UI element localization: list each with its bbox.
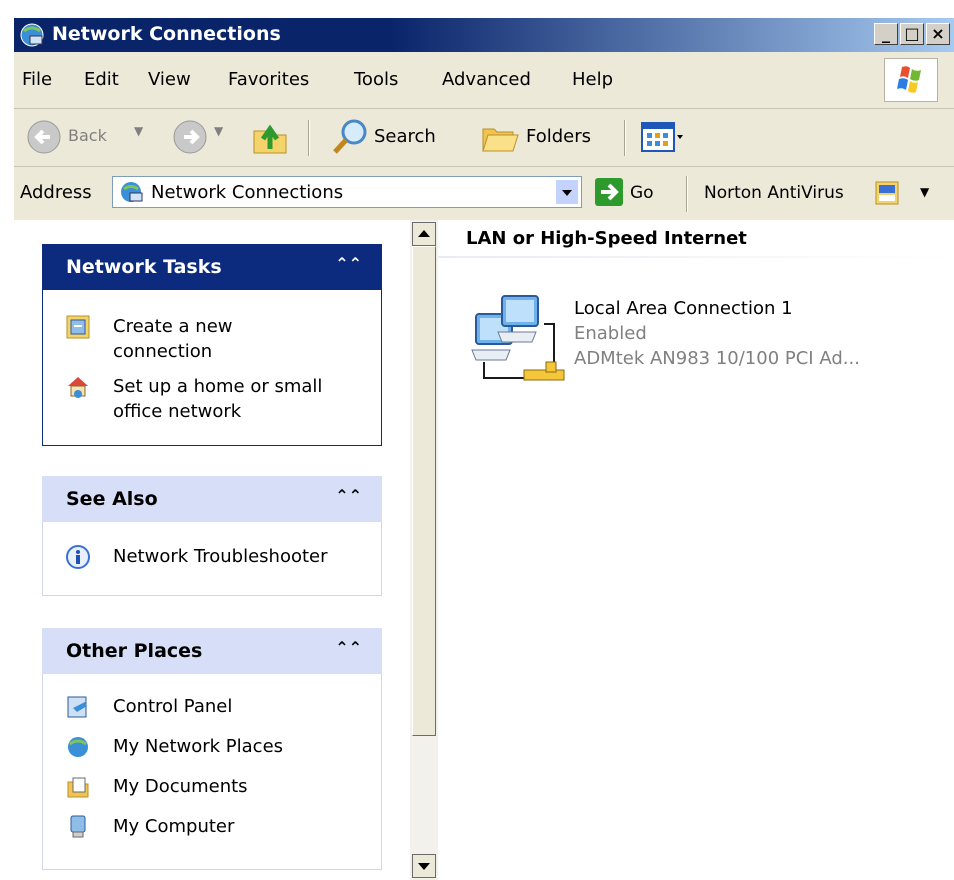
menu-file[interactable]: File	[22, 69, 52, 90]
panel-title: Other Places	[66, 640, 203, 662]
views-icon[interactable]	[640, 121, 684, 153]
windows-logo-icon	[884, 58, 938, 102]
task-pane-scrollbar[interactable]	[410, 220, 438, 880]
control-panel-icon	[67, 696, 87, 718]
network-tasks-header[interactable]: Network Tasks ⌃⌃	[42, 244, 382, 290]
connection-item[interactable]: Local Area Connection 1 Enabled ADMtek A…	[466, 290, 946, 390]
scroll-up-button[interactable]	[412, 222, 436, 246]
new-connection-icon	[66, 315, 90, 339]
my-computer-icon	[70, 815, 86, 838]
arrow-down-icon	[418, 863, 430, 870]
other-places-panel: Other Places ⌃⌃ Control Panel My Network…	[42, 628, 382, 870]
address-label: Address	[20, 182, 92, 203]
toolbar-separator	[624, 120, 626, 156]
back-dropdown-chevron-icon[interactable]: ▼	[134, 124, 143, 138]
toolbar-separator	[686, 176, 688, 212]
other-places-header[interactable]: Other Places ⌃⌃	[42, 628, 382, 674]
menu-view[interactable]: View	[148, 69, 191, 90]
address-value: Network Connections	[151, 182, 344, 203]
maximize-button[interactable]: □	[900, 23, 924, 45]
my-documents-icon	[67, 777, 89, 798]
back-button-label[interactable]: Back	[68, 126, 107, 145]
group-header: LAN or High-Speed Internet	[466, 228, 747, 249]
task-label: Create a new connection	[113, 316, 233, 362]
address-field[interactable]: Network Connections	[112, 176, 582, 208]
task-label: My Network Places	[113, 736, 284, 757]
connections-list: LAN or High-Speed Internet Local Area Co…	[438, 220, 954, 880]
network-connections-icon	[121, 182, 143, 202]
search-icon[interactable]	[330, 117, 370, 157]
close-button[interactable]: ×	[926, 23, 950, 45]
home-network-icon	[68, 377, 88, 398]
panel-title: See Also	[66, 488, 158, 510]
connection-name: Local Area Connection 1	[574, 298, 793, 319]
address-bar: Address Network Connections Go Norton An…	[14, 166, 954, 222]
network-tasks-panel: Network Tasks ⌃⌃ Create a new connection	[42, 244, 382, 446]
window-title: Network Connections	[52, 23, 281, 45]
my-network-places-icon	[68, 737, 88, 757]
task-pane: Network Tasks ⌃⌃ Create a new connection	[14, 220, 410, 880]
chevron-down-icon	[562, 190, 572, 196]
menu-edit[interactable]: Edit	[84, 69, 119, 90]
norton-antivirus-label[interactable]: Norton AntiVirus	[704, 183, 844, 203]
see-also-header[interactable]: See Also ⌃⌃	[42, 476, 382, 522]
menu-help[interactable]: Help	[572, 69, 613, 90]
address-dropdown-button[interactable]	[555, 179, 579, 205]
group-divider	[438, 256, 954, 258]
search-button-label[interactable]: Search	[374, 126, 436, 147]
task-label: My Documents	[113, 776, 248, 797]
menu-favorites[interactable]: Favorites	[228, 69, 309, 90]
forward-dropdown-chevron-icon[interactable]: ▼	[214, 124, 223, 138]
task-label: Set up a home or small office network	[113, 376, 323, 422]
collapse-chevron-icon[interactable]: ⌃⌃	[335, 254, 362, 273]
scroll-thumb[interactable]	[412, 246, 436, 736]
go-arrow-icon[interactable]	[594, 177, 624, 207]
collapse-chevron-icon[interactable]: ⌃⌃	[335, 486, 362, 505]
standard-toolbar: Back ▼ ▼ Search Folders	[14, 108, 954, 168]
connection-status: Enabled	[574, 323, 647, 344]
folders-icon[interactable]	[480, 117, 520, 157]
arrow-up-icon	[418, 230, 430, 237]
see-also-panel: See Also ⌃⌃ Network Troubleshooter	[42, 476, 382, 596]
norton-antivirus-icon[interactable]	[874, 180, 900, 206]
network-connections-icon	[20, 23, 44, 47]
collapse-chevron-icon[interactable]: ⌃⌃	[335, 638, 362, 657]
up-folder-icon[interactable]	[250, 117, 290, 157]
network-connections-window: Network Connections _ □ × File Edit View…	[0, 0, 954, 880]
task-label: Control Panel	[113, 696, 233, 717]
folders-button-label[interactable]: Folders	[526, 126, 591, 147]
menu-advanced[interactable]: Advanced	[442, 69, 531, 90]
lan-connection-icon	[471, 295, 565, 381]
panel-title: Network Tasks	[66, 256, 222, 278]
other-places-body: Control Panel My Network Places My Docum…	[42, 674, 382, 870]
task-label: Network Troubleshooter	[113, 546, 328, 567]
connection-device: ADMtek AN983 10/100 PCI Ad...	[574, 348, 860, 369]
minimize-button[interactable]: _	[874, 23, 898, 45]
toolbar-separator	[308, 120, 310, 156]
see-also-body: Network Troubleshooter	[42, 522, 382, 596]
left-margin	[0, 0, 14, 880]
info-icon	[66, 545, 90, 569]
menu-bar: File Edit View Favorites Tools Advanced …	[14, 52, 954, 109]
task-label: My Computer	[113, 816, 235, 837]
forward-arrow-icon[interactable]	[172, 119, 208, 155]
back-arrow-icon[interactable]	[26, 119, 62, 155]
scroll-down-button[interactable]	[412, 854, 436, 878]
menu-tools[interactable]: Tools	[354, 69, 398, 90]
norton-dropdown-chevron-icon[interactable]: ▼	[920, 185, 929, 199]
title-bar[interactable]: Network Connections _ □ ×	[14, 18, 954, 52]
network-tasks-body: Create a new connection Set up a home or…	[42, 290, 382, 446]
go-button-label[interactable]: Go	[630, 183, 654, 203]
